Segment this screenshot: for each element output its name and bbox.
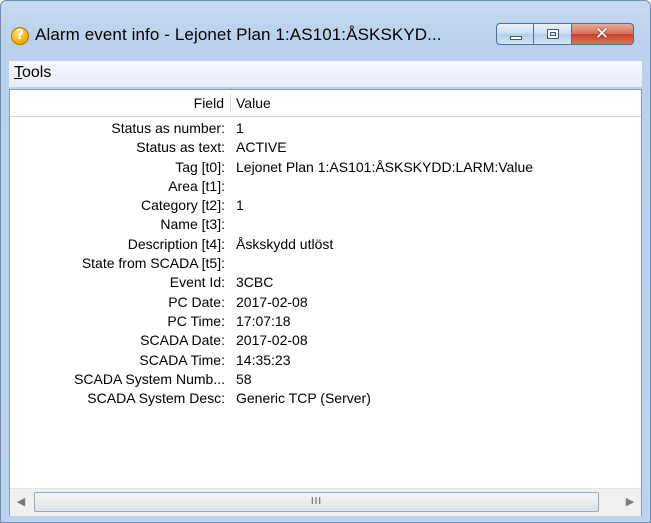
maximize-button[interactable] (534, 23, 572, 45)
title-bar[interactable]: ? Alarm event info - Lejonet Plan 1:AS10… (1, 1, 650, 59)
alarm-event-info-window: ? Alarm event info - Lejonet Plan 1:AS10… (0, 0, 651, 523)
menu-tools[interactable]: Tools (14, 64, 51, 82)
field-label: SCADA System Desc: (87, 390, 225, 407)
field-label: Status as text: (136, 139, 225, 156)
table-row[interactable]: Status as number: 1 (10, 118, 641, 137)
table-row[interactable]: SCADA Time: 14:35:23 (10, 350, 641, 369)
field-value: 1 (236, 197, 244, 214)
column-header-field[interactable]: Field (10, 95, 224, 111)
field-label: Tag [t0]: (175, 158, 225, 175)
column-divider[interactable] (230, 94, 231, 112)
field-value: 17:07:18 (236, 312, 291, 329)
table-row[interactable]: Event Id: 3CBC (10, 272, 641, 291)
table-row[interactable]: Status as text: ACTIVE (10, 137, 641, 156)
field-label: SCADA System Numb... (74, 370, 225, 387)
field-value: Generic TCP (Server) (236, 390, 371, 407)
field-label: SCADA Time: (139, 351, 225, 368)
field-label: State from SCADA [t5]: (81, 255, 225, 272)
field-value: 1 (236, 120, 244, 136)
field-value: 2017-02-08 (236, 293, 308, 310)
field-label: Category [t2]: (140, 197, 225, 214)
field-label: PC Date: (168, 293, 225, 310)
field-label: Description [t4]: (127, 235, 225, 252)
help-question-icon: ? (11, 27, 29, 45)
table-row[interactable]: Tag [t0]: Lejonet Plan 1:AS101:ÅSKSKYDD:L… (10, 157, 641, 176)
event-info-list: Field Value Status as number: 1 Status as… (9, 89, 642, 516)
table-row[interactable]: PC Time: 17:07:18 (10, 311, 641, 330)
scroll-left-arrow-icon[interactable]: ◀ (10, 489, 32, 516)
column-header-value[interactable]: Value (236, 95, 271, 111)
field-value: 2017-02-08 (236, 332, 308, 349)
menu-tools-label: ools (22, 64, 52, 81)
window-title: Alarm event info - Lejonet Plan 1:AS101:… (35, 25, 442, 44)
table-row[interactable]: Category [t2]: 1 (10, 195, 641, 214)
field-label: Area [t1]: (168, 177, 225, 194)
minimize-icon (510, 36, 522, 40)
table-row[interactable]: State from SCADA [t5]: (10, 253, 641, 272)
scrollbar-thumb[interactable]: III (34, 492, 599, 512)
close-icon: ✕ (594, 24, 610, 44)
field-value: 3CBC (236, 274, 274, 291)
menu-tools-accelerator: T (14, 64, 22, 81)
field-label: PC Time: (167, 312, 225, 329)
list-header: Field Value (10, 90, 641, 117)
table-row[interactable]: SCADA System Desc: Generic TCP (Server) (10, 388, 641, 407)
menu-bar: Tools (9, 61, 642, 87)
field-label: Event Id: (169, 274, 225, 291)
field-label: Status as number: (111, 120, 225, 136)
table-row[interactable]: Name [t3]: (10, 214, 641, 233)
table-row[interactable]: Area [t1]: (10, 176, 641, 195)
field-value: ACTIVE (236, 139, 287, 156)
close-button[interactable]: ✕ (572, 23, 634, 45)
table-row[interactable]: PC Date: 2017-02-08 (10, 292, 641, 311)
table-row[interactable]: SCADA Date: 2017-02-08 (10, 330, 641, 349)
field-label: Name [t3]: (160, 216, 225, 233)
scroll-right-arrow-icon[interactable]: ▶ (619, 489, 641, 516)
maximize-icon (547, 29, 559, 39)
horizontal-scrollbar[interactable]: ◀ III ▶ (10, 488, 641, 516)
field-value: Lejonet Plan 1:AS101:ÅSKSKYDD:LARM:Value (236, 158, 534, 175)
field-label: SCADA Date: (140, 332, 225, 349)
table-row[interactable]: Description [t4]: Åskskydd utlöst (10, 234, 641, 253)
field-value: 58 (236, 370, 252, 387)
field-value: Åskskydd utlöst (236, 235, 334, 252)
minimize-button[interactable] (496, 23, 534, 45)
list-rows: Status as number: 1 Status as text: ACTIVE… (10, 118, 641, 407)
grip-icon: III (310, 496, 323, 507)
table-row[interactable]: SCADA System Numb... 58 (10, 369, 641, 388)
field-value: 14:35:23 (236, 351, 291, 368)
